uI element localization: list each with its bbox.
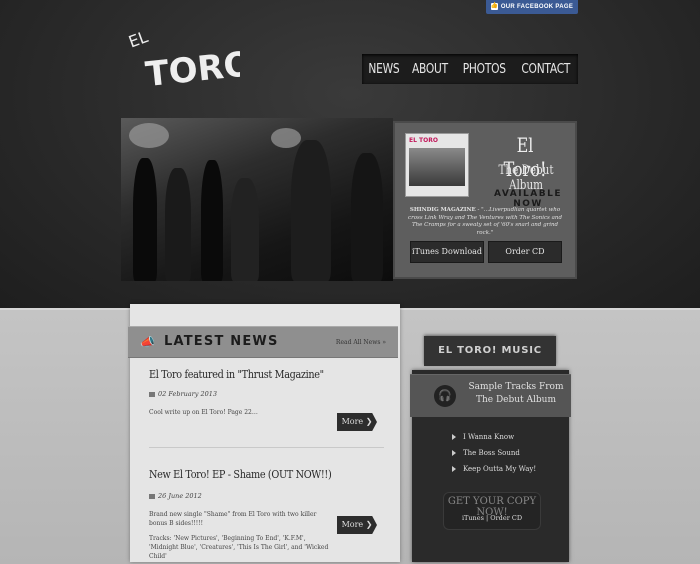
track-item[interactable]: The Boss Sound [452,449,520,457]
news-post-body: Cool write up on El Toro! Page 22… [149,409,258,416]
play-icon [452,450,456,456]
more-button[interactable]: More ❯ [337,413,377,431]
music-banner: 🎧 Sample Tracks From The Debut Album [410,374,571,417]
track-item[interactable]: Keep Outta My Way! [452,465,536,473]
play-icon [452,434,456,440]
facebook-page-button[interactable]: 👍 OUR FACEBOOK PAGE [486,0,578,14]
news-post-date: 02 February 2013 [149,390,217,398]
track-item[interactable]: I Wanna Know [452,433,514,441]
news-post-date: 26 June 2012 [149,492,202,500]
availability-label: AVAILABLE NOW [494,189,562,209]
itunes-download-button[interactable]: iTunes Download [410,241,484,263]
cover-title: EL TORO [409,137,438,144]
get-copy-box[interactable]: GET YOUR COPY NOW! iTunes | Order CD [443,492,541,530]
news-post-tracklist: Tracks: 'New Pictures', 'Beginning To En… [149,535,329,560]
band-live-photo [121,118,393,281]
banner-line-1: Sample Tracks From [468,382,564,392]
thumbs-up-icon: 👍 [490,2,499,10]
main-nav: NEWS ABOUT PHOTOS CONTACT [362,54,578,84]
more-button[interactable]: More ❯ [337,516,377,534]
news-post-title[interactable]: El Toro featured in "Thrust Magazine" [149,368,324,381]
site-logo[interactable]: EL TORO! [125,26,270,98]
nav-item-about[interactable]: ABOUT [412,62,448,77]
play-icon [452,466,456,472]
news-panel: 📣 LATEST NEWS Read All News » El Toro fe… [128,304,400,562]
album-review: SHINDIG MAGAZINE - "…Liverpudlian quarte… [408,207,562,236]
news-header: 📣 LATEST NEWS Read All News » [128,326,398,358]
nav-item-photos[interactable]: PHOTOS [462,62,505,77]
news-post-body: Brand new single "Shame" from El Toro wi… [149,511,317,527]
calendar-icon [149,493,155,499]
megaphone-icon: 📣 [140,335,155,349]
news-post-title[interactable]: New El Toro! EP - Shame (OUT NOW!!) [149,468,332,481]
get-copy-links[interactable]: iTunes | Order CD [443,514,541,522]
news-title: LATEST NEWS [164,334,279,349]
headphones-icon: 🎧 [434,385,456,407]
nav-item-contact[interactable]: CONTACT [521,62,570,77]
music-tab: EL TORO! MUSIC [424,336,556,366]
logo-main-text: TORO! [144,42,240,95]
banner-line-2: The Debut Album [475,395,557,405]
divider [149,447,384,448]
album-cover-image[interactable]: EL TORO [405,133,469,197]
logo-el-text: EL [126,27,150,51]
read-all-news-link[interactable]: Read All News » [336,339,386,346]
order-cd-button[interactable]: Order CD [488,241,562,263]
calendar-icon [149,391,155,397]
nav-item-news[interactable]: NEWS [368,62,399,77]
album-promo: EL TORO El Toro! The Debut Album AVAILAB… [393,121,577,279]
